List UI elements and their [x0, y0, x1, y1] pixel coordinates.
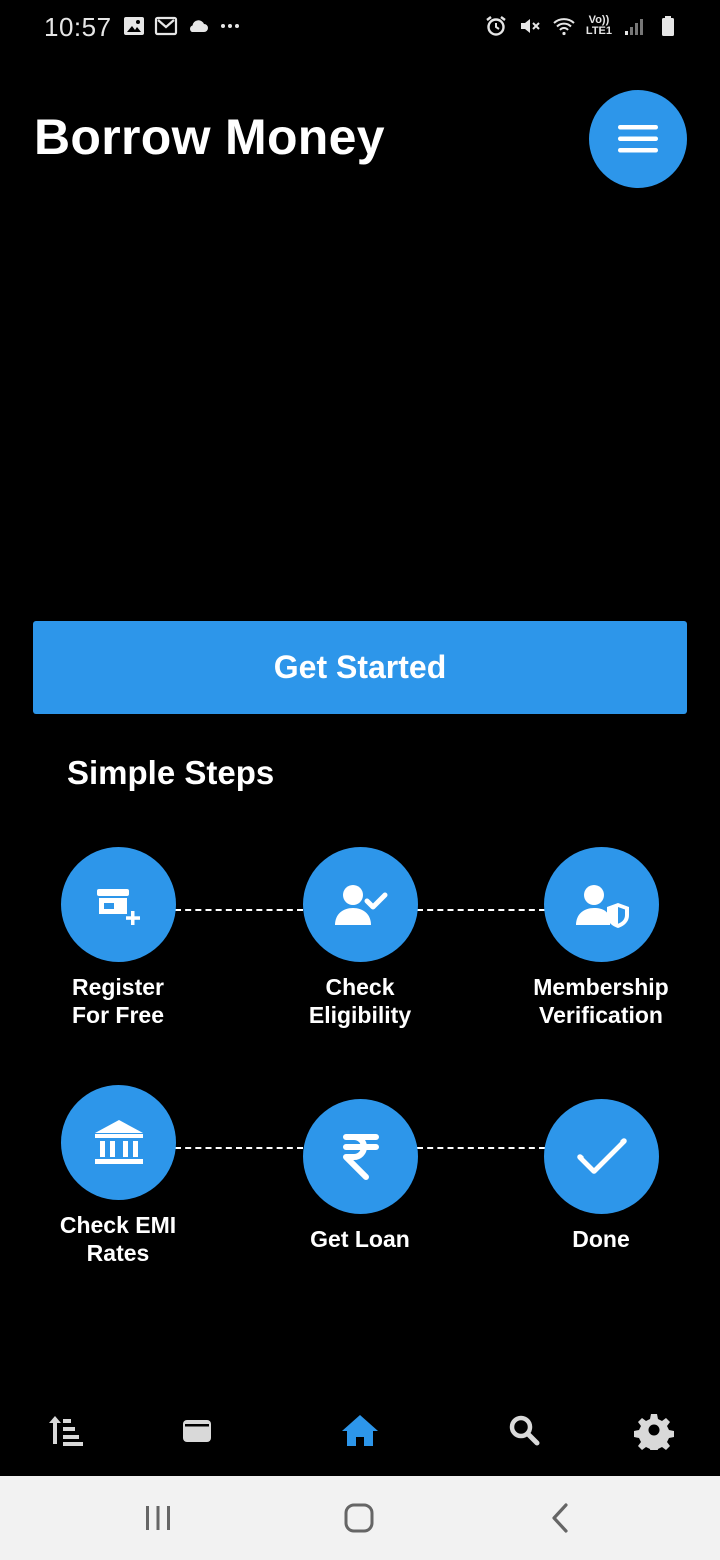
recents-button[interactable]: [128, 1494, 188, 1542]
page-title: Borrow Money: [34, 109, 385, 165]
gear-icon: [634, 1414, 674, 1450]
check-icon: [576, 1137, 627, 1174]
status-bar: 10:57 Vo)) LTE1: [0, 0, 720, 56]
step-get-loan-circle[interactable]: [303, 1099, 418, 1214]
store-add-icon: [96, 888, 140, 925]
home-icon: [342, 1415, 378, 1446]
recents-icon: [146, 1506, 170, 1530]
system-nav-bar: [0, 1476, 720, 1560]
step-label: Get Loan: [310, 1226, 410, 1252]
back-button[interactable]: [531, 1494, 591, 1542]
sort-list-icon: [49, 1416, 83, 1446]
hamburger-menu-icon: [618, 125, 658, 153]
bank-icon: [94, 1119, 143, 1164]
nav-item-search[interactable]: [484, 1386, 564, 1474]
back-icon: [552, 1503, 568, 1533]
menu-button[interactable]: [589, 90, 687, 188]
alarm-icon: [484, 14, 508, 38]
nav-item-home[interactable]: [320, 1386, 400, 1474]
step-register-circle[interactable]: [61, 847, 176, 962]
section-title: Simple Steps: [67, 754, 275, 791]
system-home-button[interactable]: [329, 1494, 389, 1542]
step-verification-circle[interactable]: [544, 847, 659, 962]
step-emi-circle[interactable]: [61, 1085, 176, 1200]
step-connector: [417, 1147, 545, 1149]
step-label: Check Eligibility: [308, 974, 412, 1028]
more-dots-icon: [218, 14, 242, 38]
status-time: 10:57: [44, 12, 112, 42]
step-connector: [175, 909, 303, 911]
nav-item-sort[interactable]: [26, 1386, 106, 1474]
step-done-circle[interactable]: [544, 1099, 659, 1214]
step-eligibility-circle[interactable]: [303, 847, 418, 962]
wallet-icon: [183, 1420, 211, 1442]
cloud-icon: [186, 14, 210, 38]
step-label: Register For Free: [71, 974, 165, 1028]
step-connector: [417, 909, 545, 911]
bottom-nav: [0, 1386, 720, 1474]
step-label: Check EMI Rates: [59, 1212, 177, 1266]
wifi-icon: [552, 14, 576, 38]
mute-icon: [518, 14, 542, 38]
user-shield-icon: [575, 884, 629, 928]
signal-icon: [622, 14, 646, 38]
home-outline-icon: [344, 1503, 374, 1533]
step-label: Done: [572, 1226, 630, 1252]
gmail-icon: [154, 14, 178, 38]
volte-lte-icon: Vo)) LTE1: [585, 14, 612, 37]
search-icon: [509, 1415, 540, 1446]
battery-icon: [656, 14, 680, 38]
step-label: Membership Verification: [533, 974, 669, 1028]
nav-item-settings[interactable]: [614, 1386, 694, 1474]
image-icon: [122, 14, 146, 38]
user-check-icon: [334, 884, 387, 925]
rupee-icon: [342, 1133, 379, 1180]
step-connector: [175, 1147, 303, 1149]
nav-item-wallet[interactable]: [157, 1386, 237, 1474]
get-started-button[interactable]: Get Started: [33, 621, 687, 714]
